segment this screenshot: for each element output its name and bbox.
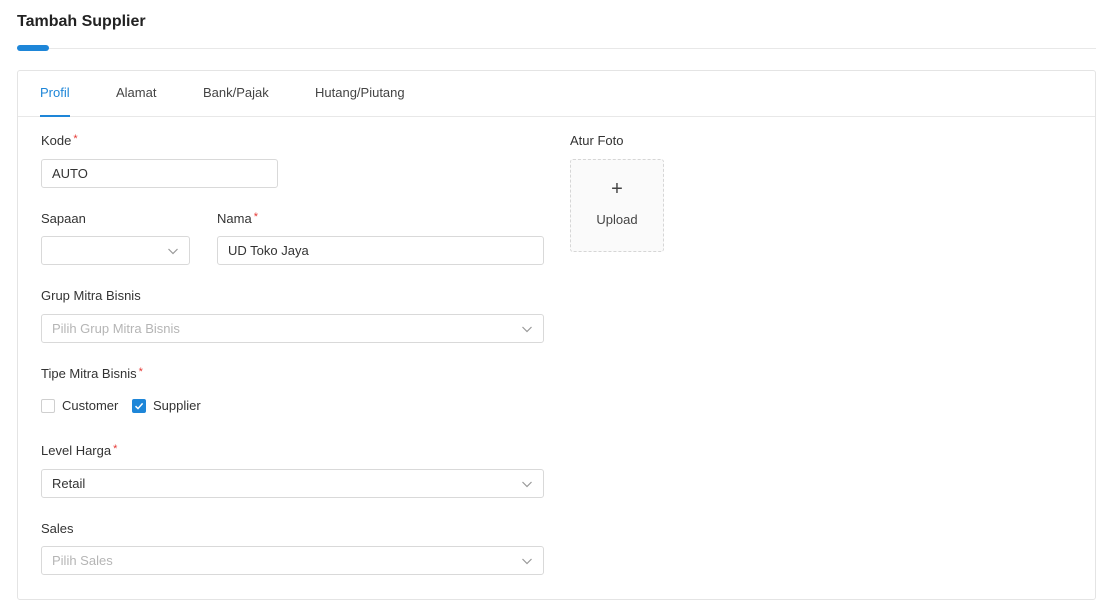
nama-input[interactable]: UD Toko Jaya <box>217 236 544 265</box>
level-select-value: Retail <box>52 476 86 491</box>
tipe-required-mark: * <box>138 366 143 378</box>
tab-bank-pajak[interactable]: Bank/Pajak <box>203 85 269 117</box>
tab-bar: Profil Alamat Bank/Pajak Hutang/Piutang <box>18 71 1095 117</box>
sales-label: Sales <box>41 521 74 536</box>
kode-input[interactable]: AUTO <box>41 159 278 188</box>
supplier-option-label: Supplier <box>153 398 201 413</box>
tipe-label-text: Tipe Mitra Bisnis <box>41 366 137 381</box>
supplier-checkbox[interactable] <box>132 398 146 413</box>
grup-label: Grup Mitra Bisnis <box>41 288 141 303</box>
upload-label: Upload <box>596 212 638 227</box>
photo-upload-button[interactable]: + Upload <box>570 159 664 252</box>
photo-label: Atur Foto <box>570 133 624 148</box>
tab-hutang-piutang[interactable]: Hutang/Piutang <box>315 85 405 117</box>
title-divider <box>17 48 1096 49</box>
grup-select[interactable]: Pilih Grup Mitra Bisnis <box>41 314 544 343</box>
chevron-down-icon <box>168 248 178 255</box>
level-label: Level Harga * <box>41 443 117 458</box>
chevron-down-icon <box>522 326 532 333</box>
kode-label-text: Kode <box>41 133 72 148</box>
nama-label: Nama * <box>217 211 258 226</box>
tab-profil[interactable]: Profil <box>40 85 70 117</box>
sapaan-select[interactable] <box>41 236 190 265</box>
title-accent-bar <box>17 45 49 51</box>
kode-required-mark: * <box>73 133 78 145</box>
grup-select-placeholder: Pilih Grup Mitra Bisnis <box>52 321 180 336</box>
level-required-mark: * <box>113 443 118 455</box>
customer-checkbox[interactable] <box>41 398 55 413</box>
supplier-form-card: Profil Alamat Bank/Pajak Hutang/Piutang … <box>17 70 1096 600</box>
chevron-down-icon <box>522 558 532 565</box>
sales-select[interactable]: Pilih Sales <box>41 546 544 575</box>
plus-icon: + <box>611 178 623 200</box>
nama-label-text: Nama <box>217 211 252 226</box>
page-title: Tambah Supplier <box>17 13 146 30</box>
chevron-down-icon <box>522 481 532 488</box>
tipe-label: Tipe Mitra Bisnis * <box>41 366 143 381</box>
check-icon <box>134 402 144 410</box>
nama-required-mark: * <box>253 211 258 223</box>
kode-label: Kode * <box>41 133 78 148</box>
tab-alamat[interactable]: Alamat <box>116 85 156 117</box>
level-label-text: Level Harga <box>41 443 112 458</box>
nama-input-value: UD Toko Jaya <box>228 243 309 258</box>
sales-select-placeholder: Pilih Sales <box>52 553 113 568</box>
kode-input-value: AUTO <box>52 166 88 181</box>
level-select[interactable]: Retail <box>41 469 544 498</box>
customer-option[interactable]: Customer <box>41 398 118 413</box>
supplier-option[interactable]: Supplier <box>132 398 201 413</box>
customer-option-label: Customer <box>62 398 119 413</box>
sapaan-label: Sapaan <box>41 211 86 226</box>
